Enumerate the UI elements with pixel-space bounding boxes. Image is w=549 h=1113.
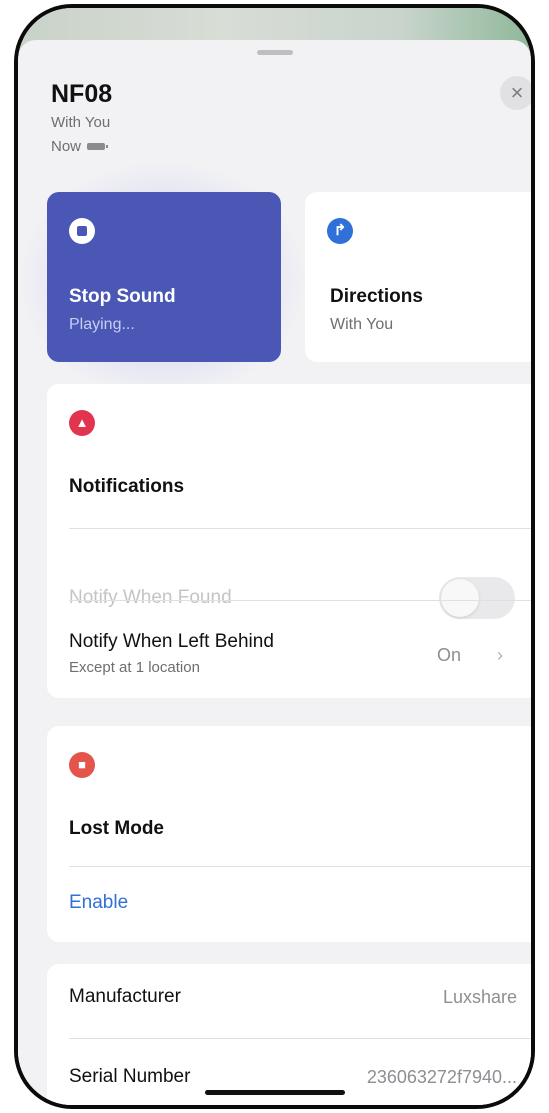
close-icon: × — [510, 80, 524, 105]
directions-status: With You — [330, 316, 394, 333]
notifications-card: ▲ Notifications Notify When Found Notify… — [47, 384, 531, 698]
stop-icon — [69, 218, 95, 244]
stop-sound-label: Stop Sound — [69, 286, 176, 307]
item-location: With You — [51, 114, 111, 131]
notify-left-behind-label: Notify When Left Behind — [69, 631, 274, 652]
serial-number-value: 236063272f7940... — [366, 1067, 517, 1087]
lost-mode-card: ■ Lost Mode Enable — [47, 726, 531, 942]
stop-sound-status: Playing... — [69, 316, 135, 333]
divider — [69, 1038, 531, 1039]
divider — [69, 528, 531, 529]
divider — [69, 866, 531, 867]
device-frame: NF08 With You Now × Stop Sound Playing..… — [14, 4, 535, 1109]
notify-left-behind-value: On — [437, 645, 462, 665]
enable-lost-mode-link[interactable]: Enable — [69, 892, 128, 914]
device-info-card: Manufacturer Luxshare Serial Number 2360… — [47, 964, 531, 1105]
notify-left-behind-sub: Except at 1 location — [69, 659, 200, 676]
item-name: NF08 — [51, 80, 113, 108]
directions-icon: ↱ — [327, 218, 353, 244]
status-time: Now — [51, 138, 82, 155]
bell-icon: ▲ — [69, 410, 95, 436]
notifications-heading: Notifications — [69, 476, 185, 497]
battery-icon — [87, 143, 109, 150]
chevron-right-icon: › — [497, 645, 503, 665]
sheet-grabber[interactable] — [256, 50, 293, 55]
lost-mode-heading: Lost Mode — [69, 818, 164, 839]
item-detail-sheet: NF08 With You Now × Stop Sound Playing..… — [18, 40, 531, 1105]
serial-number-label: Serial Number — [69, 1066, 191, 1087]
home-indicator[interactable] — [204, 1090, 345, 1095]
manufacturer-value: Luxshare — [442, 987, 517, 1007]
manufacturer-label: Manufacturer — [69, 986, 181, 1007]
lock-icon: ■ — [69, 752, 95, 778]
directions-label: Directions — [330, 286, 423, 307]
stop-sound-button[interactable]: Stop Sound Playing... — [47, 192, 281, 362]
close-button[interactable]: × — [500, 76, 531, 110]
notify-left-behind-row[interactable]: Notify When Left Behind Except at 1 loca… — [47, 601, 531, 697]
item-status: Now — [51, 138, 109, 155]
directions-button[interactable]: ↱ Directions With You — [305, 192, 531, 362]
